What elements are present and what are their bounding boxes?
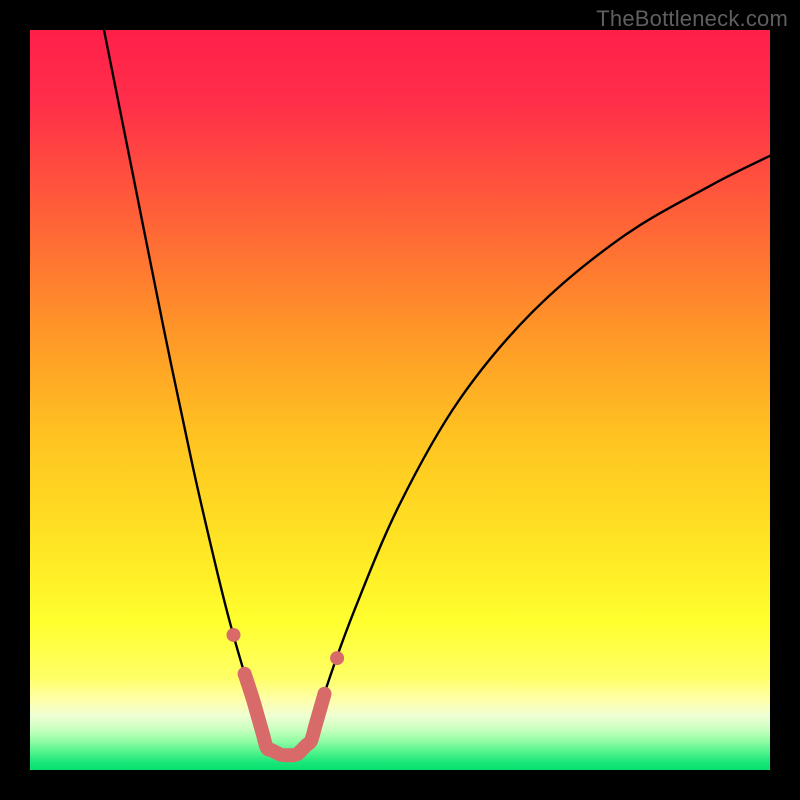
optimal-zone-dot-right [330, 651, 344, 665]
watermark-text: TheBottleneck.com [596, 6, 788, 32]
bottleneck-curve [30, 30, 770, 770]
optimal-zone-dot-left [227, 628, 241, 642]
chart-frame: TheBottleneck.com [0, 0, 800, 800]
optimal-zone-highlight [245, 674, 325, 756]
plot-area [30, 30, 770, 770]
